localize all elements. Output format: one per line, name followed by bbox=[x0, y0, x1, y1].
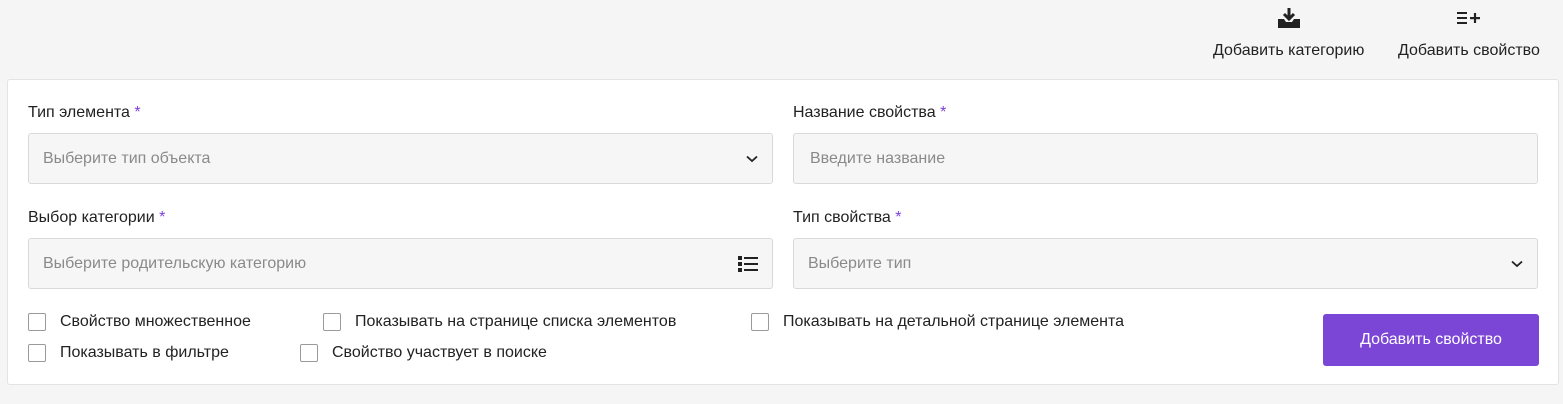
add-category-button[interactable]: Добавить категорию bbox=[1213, 6, 1364, 60]
inbox-download-icon bbox=[1276, 6, 1302, 30]
category-placeholder: Выберите родительскую категорию bbox=[43, 254, 307, 272]
checkbox-show-in-detail-label: Показывать на детальной странице элемент… bbox=[783, 313, 1125, 330]
checkbox-box[interactable] bbox=[323, 313, 341, 331]
category-picker[interactable]: Выберите родительскую категорию bbox=[28, 238, 773, 289]
checkbox-box[interactable] bbox=[300, 344, 318, 362]
required-mark: * bbox=[134, 104, 141, 121]
required-mark: * bbox=[159, 209, 166, 226]
checkbox-show-in-list-label: Показывать на странице списка элементов bbox=[355, 313, 677, 330]
category-label: Выбор категории * bbox=[28, 209, 166, 226]
add-property-submit-button[interactable]: Добавить свойство bbox=[1323, 314, 1539, 366]
checkbox-show-in-list[interactable]: Показывать на странице списка элементов bbox=[323, 313, 676, 331]
add-property-toolbar-button[interactable]: Добавить свойство bbox=[1398, 6, 1540, 60]
chevron-down-icon bbox=[746, 155, 758, 163]
element-type-label: Тип элемента * bbox=[28, 104, 141, 121]
property-type-select[interactable]: Выберите тип bbox=[793, 238, 1538, 289]
checkbox-multiple-label: Свойство множественное bbox=[60, 313, 251, 330]
list-add-icon bbox=[1456, 6, 1482, 30]
required-mark: * bbox=[895, 209, 902, 226]
checkbox-in-search-label: Свойство участвует в поиске bbox=[332, 344, 547, 361]
property-name-label: Название свойства * bbox=[793, 104, 947, 121]
checkbox-show-in-filter-label: Показывать в фильтре bbox=[60, 344, 229, 361]
element-type-placeholder: Выберите тип объекта bbox=[43, 149, 211, 167]
checkbox-box[interactable] bbox=[751, 313, 769, 331]
list-icon[interactable] bbox=[738, 255, 758, 273]
checkbox-show-in-detail[interactable]: Показывать на детальной странице элемент… bbox=[751, 313, 1124, 331]
checkbox-box[interactable] bbox=[28, 344, 46, 362]
add-category-label: Добавить категорию bbox=[1213, 42, 1365, 59]
property-form-panel: Тип элемента * Выберите тип объекта Назв… bbox=[7, 79, 1559, 385]
add-property-toolbar-label: Добавить свойство bbox=[1398, 42, 1540, 59]
property-name-field[interactable] bbox=[793, 133, 1538, 184]
property-type-label: Тип свойства * bbox=[793, 209, 902, 226]
checkbox-box[interactable] bbox=[28, 313, 46, 331]
property-type-placeholder: Выберите тип bbox=[808, 254, 912, 272]
element-type-select[interactable]: Выберите тип объекта bbox=[28, 133, 773, 184]
property-name-input[interactable] bbox=[808, 148, 1523, 169]
checkbox-multiple[interactable]: Свойство множественное bbox=[28, 313, 251, 331]
checkbox-in-search[interactable]: Свойство участвует в поиске bbox=[300, 344, 547, 362]
checkbox-show-in-filter[interactable]: Показывать в фильтре bbox=[28, 344, 229, 362]
chevron-down-icon bbox=[1511, 260, 1523, 268]
required-mark: * bbox=[940, 104, 947, 121]
